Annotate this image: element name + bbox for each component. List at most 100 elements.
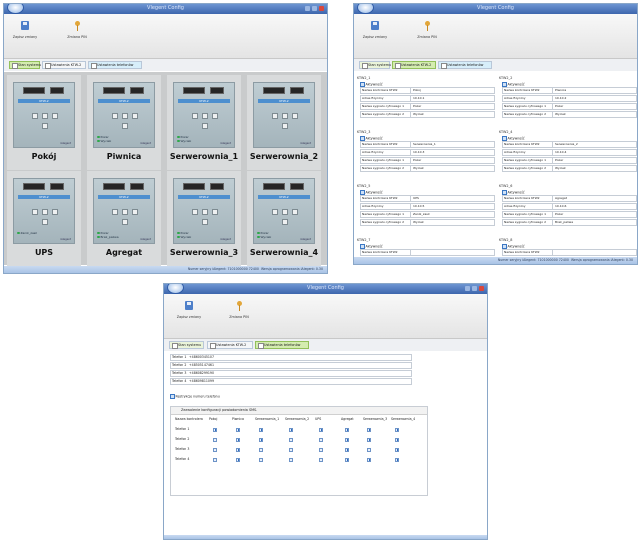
active-checkbox[interactable]: Aktywność (360, 82, 495, 86)
save-button[interactable]: Zapisz zmiany (360, 21, 390, 39)
active-checkbox[interactable]: Aktywność (502, 244, 637, 248)
sms-permission-checkbox[interactable] (367, 427, 371, 432)
sms-permission-checkbox[interactable] (259, 437, 263, 442)
controller-name-input[interactable]: Serwerownia_1 (411, 142, 494, 147)
signal1-input[interactable]: Pozar (411, 104, 494, 109)
change-pin-button[interactable]: Zmiana PIN (62, 21, 92, 39)
sms-permission-checkbox[interactable] (395, 437, 399, 442)
controller-tile[interactable]: KTW-2 Pozar Wyciek iAlegent Serwerownia_4 (247, 171, 321, 266)
sms-permission-checkbox[interactable] (367, 447, 371, 452)
panel-key (32, 209, 38, 215)
controller-name-input[interactable] (411, 250, 494, 255)
controller-name-input[interactable]: Piwnica (553, 88, 636, 93)
active-checkbox[interactable]: Aktywność (360, 244, 495, 248)
controller-tile[interactable]: KTW-2 iAlegent Serwerownia_2 (247, 75, 321, 170)
close-icon[interactable] (319, 6, 324, 11)
sms-permission-checkbox[interactable] (367, 457, 371, 462)
panel-key (212, 113, 218, 119)
sms-permission-checkbox[interactable] (289, 447, 293, 452)
sms-permission-checkbox[interactable] (213, 437, 217, 442)
phone-number-input[interactable]: +48600345107 (188, 355, 411, 360)
controller-tile[interactable]: KTW-2 Pozar Wyciek iAlegent Serwerownia_1 (167, 75, 241, 170)
sms-permission-checkbox[interactable] (289, 427, 293, 432)
tab-phone-settings[interactable]: Ustawienia telefonów (438, 61, 492, 69)
panel-key (112, 209, 118, 215)
sms-permission-checkbox[interactable] (213, 457, 217, 462)
signal1-input[interactable]: Pozar (411, 158, 494, 163)
field-label: Nazwa sygnału cyfrowego 2 (361, 112, 411, 117)
sms-permission-checkbox[interactable] (289, 457, 293, 462)
controller-tile[interactable]: KTW-2 Pozar Wyciek iAlegent Piwnica (87, 75, 161, 170)
sms-permission-checkbox[interactable] (213, 427, 217, 432)
active-checkbox[interactable]: Aktywność (360, 136, 495, 140)
phone-number-input[interactable]: +48609811099 (188, 379, 411, 384)
tab-system-status[interactable]: Stan systemu (9, 61, 41, 69)
controller-tile[interactable]: KTW-2 Pozar Wyciek iAlegent Serwerownia_3 (167, 171, 241, 266)
address-input[interactable]: 10.10.3 (411, 150, 494, 155)
controller-name-input[interactable]: Agregat (553, 196, 636, 201)
sms-permission-checkbox[interactable] (259, 427, 263, 432)
phone-number-input[interactable]: +48608299190 (188, 371, 411, 376)
controller-name-input[interactable] (553, 250, 636, 255)
sms-permission-checkbox[interactable] (213, 447, 217, 452)
panel-key (42, 113, 48, 119)
column-header: Serwerownia_1 (255, 417, 280, 421)
controller-name-input[interactable]: UPS (411, 196, 494, 201)
sms-permission-checkbox[interactable] (236, 447, 240, 452)
controller-tile[interactable]: KTW-2 Pozar Brak_paliwa iAlegent Agregat (87, 171, 161, 266)
signal2-input[interactable]: Wyciek (553, 166, 636, 171)
save-button[interactable]: Zapisz zmiany (10, 21, 40, 39)
address-input[interactable]: 10.10.2 (553, 96, 636, 101)
sms-permission-checkbox[interactable] (395, 457, 399, 462)
controller-tile[interactable]: KTW-2 Zanik_zasil iAlegent UPS (7, 171, 81, 266)
sms-permission-checkbox[interactable] (345, 447, 349, 452)
temperature-display (183, 87, 205, 94)
sms-permission-checkbox[interactable] (345, 427, 349, 432)
signal1-input[interactable]: Pozar (553, 158, 636, 163)
address-input[interactable]: 10.10.1 (411, 96, 494, 101)
sms-permission-checkbox[interactable] (236, 427, 240, 432)
signal2-input[interactable]: Wyciek (411, 166, 494, 171)
active-checkbox[interactable]: Aktywność (502, 82, 637, 86)
controller-name-input[interactable]: Serwerownia_2 (553, 142, 636, 147)
ktw-panel: KTW-2 Zanik_zasil iAlegent (13, 178, 75, 244)
sms-permission-checkbox[interactable] (345, 457, 349, 462)
address-input[interactable]: 10.10.6 (553, 204, 636, 209)
signal2-input[interactable]: Wyciek (553, 112, 636, 117)
tab-ktw-settings[interactable]: Ustawienia KTW-2 (392, 61, 436, 69)
sms-permission-checkbox[interactable] (395, 427, 399, 432)
sms-permission-checkbox[interactable] (367, 437, 371, 442)
phone-number-input[interactable]: +48505147461 (188, 363, 411, 368)
active-checkbox[interactable]: Aktywność (502, 190, 637, 194)
signal1-input[interactable]: Pozar (553, 212, 636, 217)
sms-permission-checkbox[interactable] (319, 437, 323, 442)
sms-permission-checkbox[interactable] (319, 447, 323, 452)
maximize-icon[interactable] (312, 6, 317, 11)
sms-permission-checkbox[interactable] (395, 447, 399, 452)
signal2-input[interactable]: Wyciek (411, 112, 494, 117)
sms-permission-checkbox[interactable] (289, 437, 293, 442)
address-input[interactable]: 10.10.5 (411, 204, 494, 209)
minimize-icon[interactable] (305, 6, 310, 11)
sms-permission-checkbox[interactable] (259, 457, 263, 462)
signal2-input[interactable]: Wyciek (411, 220, 494, 225)
sms-permission-checkbox[interactable] (259, 447, 263, 452)
sms-permission-checkbox[interactable] (236, 457, 240, 462)
sms-permission-checkbox[interactable] (319, 457, 323, 462)
active-checkbox[interactable]: Aktywność (502, 136, 637, 140)
change-pin-button[interactable]: Zmiana PIN (412, 21, 442, 39)
active-checkbox[interactable]: Aktywność (360, 190, 495, 194)
sms-permission-checkbox[interactable] (319, 427, 323, 432)
restrict-phone-checkbox[interactable]: Restrykcje numeru telefonu (170, 394, 220, 398)
address-input[interactable]: 10.10.4 (553, 150, 636, 155)
tab-phone-settings[interactable]: Ustawienia telefonów (88, 61, 142, 69)
controller-name-input[interactable]: Pokoj (411, 88, 494, 93)
signal2-input[interactable]: Brak_paliwa (553, 220, 636, 225)
sms-permission-checkbox[interactable] (236, 437, 240, 442)
sms-permission-checkbox[interactable] (345, 437, 349, 442)
tab-ktw-settings[interactable]: Ustawienia KTW-2 (42, 61, 86, 69)
signal1-input[interactable]: Zanik_zasil (411, 212, 494, 217)
controller-tile[interactable]: KTW-2 iAlegent Pokój (7, 75, 81, 170)
signal1-input[interactable]: Pozar (553, 104, 636, 109)
tab-system-status[interactable]: Stan systemu (359, 61, 391, 69)
